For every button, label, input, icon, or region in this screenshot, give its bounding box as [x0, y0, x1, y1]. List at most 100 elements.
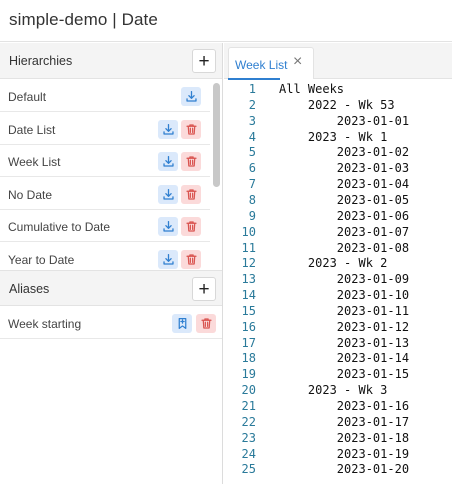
line-number: 23: [241, 430, 256, 445]
line-text: 2023 - Wk 3: [279, 383, 388, 398]
trash-icon[interactable]: [181, 119, 201, 139]
bookmark-icon[interactable]: [172, 314, 192, 333]
alias-item-label: Week starting: [8, 317, 82, 331]
code-line: 4 2023 - Wk 1: [224, 129, 452, 145]
editor-panel: Week List × 1 All Weeks 2 2022 - Wk 53 3 20…: [224, 43, 452, 484]
line-number: 11: [241, 240, 256, 255]
download-icon[interactable]: [158, 152, 178, 171]
line-text: 2023-01-17: [279, 414, 410, 429]
line-number: 10: [241, 224, 256, 239]
line-number: 9: [248, 208, 256, 223]
hierarchy-item-date-list[interactable]: Date List: [0, 113, 210, 145]
download-icon[interactable]: [158, 184, 178, 204]
line-text: 2023-01-19: [279, 446, 410, 461]
code-line: 6 2023-01-03: [224, 160, 452, 176]
line-number: 20: [241, 383, 256, 398]
line-number: 25: [241, 462, 256, 477]
code-line: 16 2023-01-12: [224, 319, 452, 335]
line-number: 19: [241, 367, 256, 382]
line-text: 2023-01-05: [279, 192, 410, 207]
line-text: 2023-01-11: [279, 303, 410, 318]
tab-bar: Week List ×: [224, 43, 452, 80]
line-number: 21: [241, 399, 256, 413]
line-text: 2023-01-18: [279, 430, 410, 445]
line-number: 8: [248, 192, 256, 207]
code-line: 23 2023-01-18: [224, 430, 452, 446]
tab-label: Week List: [235, 58, 288, 72]
tab-week-list[interactable]: Week List ×: [228, 47, 314, 79]
add-alias-button[interactable]: +: [192, 277, 216, 301]
title-bar: simple-demo | Date: [0, 0, 452, 42]
line-text: 2023 - Wk 2: [279, 256, 388, 271]
hierarchy-item-cumulative-to-date[interactable]: Cumulative to Date: [0, 210, 210, 242]
code-line: 19 2023-01-15: [224, 366, 452, 382]
page-title: simple-demo | Date: [9, 10, 158, 29]
hierarchy-item-label: No Date: [8, 187, 53, 202]
code-line: 25 2023-01-20: [224, 461, 452, 477]
line-number: 22: [241, 414, 256, 429]
trash-icon[interactable]: [181, 184, 201, 204]
line-text: 2023-01-09: [279, 272, 410, 287]
trash-icon[interactable]: [181, 249, 201, 269]
line-number: 18: [241, 351, 256, 366]
add-hierarchy-button[interactable]: +: [192, 49, 216, 73]
line-text: All Weeks: [279, 82, 345, 96]
line-number: 2: [248, 97, 256, 112]
line-number: 1: [248, 82, 256, 96]
code-line: 5 2023-01-02: [224, 144, 452, 160]
line-number: 4: [248, 129, 256, 144]
code-line: 15 2023-01-11: [224, 303, 452, 319]
code-line: 3 2023-01-01: [224, 113, 452, 129]
code-line: 2 2022 - Wk 53: [224, 97, 452, 113]
left-panel: Hierarchies + Default Date List Week List N…: [0, 43, 223, 484]
line-text: 2023-01-14: [279, 351, 410, 366]
code-line: 14 2023-01-10: [224, 287, 452, 303]
code-editor[interactable]: 1 All Weeks 2 2022 - Wk 53 3 2023-01-01 4 20…: [224, 80, 452, 484]
trash-icon[interactable]: [181, 152, 201, 171]
hierarchy-item-default[interactable]: Default: [0, 80, 210, 112]
line-number: 5: [248, 145, 256, 160]
code-line: 10 2023-01-07: [224, 224, 452, 240]
hierarchy-item-label: Year to Date: [8, 252, 75, 267]
hierarchy-item-week-list[interactable]: Week List: [0, 145, 210, 177]
line-number: 14: [241, 288, 256, 303]
code-line: 20 2023 - Wk 3: [224, 382, 452, 398]
download-icon[interactable]: [181, 87, 201, 106]
line-text: 2023-01-12: [279, 319, 410, 334]
trash-icon[interactable]: [196, 314, 216, 333]
line-text: 2023-01-02: [279, 145, 410, 160]
line-number: 24: [241, 446, 256, 461]
line-number: 16: [241, 319, 256, 334]
download-icon[interactable]: [158, 119, 178, 139]
scroll-thumb[interactable]: [213, 83, 220, 187]
close-icon[interactable]: ×: [293, 54, 302, 70]
download-icon[interactable]: [158, 249, 178, 269]
hierarchy-item-no-date[interactable]: No Date: [0, 178, 210, 210]
line-text: 2023-01-08: [279, 240, 410, 255]
line-text: 2023-01-10: [279, 288, 410, 303]
line-text: 2023-01-01: [279, 113, 410, 128]
code-line: 9 2023-01-06: [224, 208, 452, 224]
line-number: 3: [248, 113, 256, 128]
line-text: 2023-01-06: [279, 208, 410, 223]
line-text: 2022 - Wk 53: [279, 97, 395, 112]
aliases-header: Aliases +: [0, 270, 222, 306]
hierarchy-item-label: Default: [8, 90, 47, 104]
trash-icon[interactable]: [181, 217, 201, 236]
alias-item-week-starting[interactable]: Week starting: [0, 307, 222, 339]
hierarchy-item-label: Week List: [8, 155, 61, 169]
line-text: 2023-01-07: [279, 224, 410, 239]
hierarchies-header-label: Hierarchies: [9, 54, 73, 68]
code-line: 12 2023 - Wk 2: [224, 255, 452, 271]
hierarchy-item-label: Cumulative to Date: [8, 220, 111, 234]
code-line: 11 2023-01-08: [224, 240, 452, 256]
line-number: 13: [241, 272, 256, 287]
line-text: 2023-01-16: [279, 399, 410, 413]
hierarchy-scrollbar[interactable]: [211, 79, 222, 269]
code-line: 1 All Weeks: [224, 81, 452, 97]
line-text: 2023-01-13: [279, 335, 410, 350]
code-line: 8 2023-01-05: [224, 192, 452, 208]
code-line: 13 2023-01-09: [224, 271, 452, 287]
hierarchy-item-label: Date List: [8, 122, 56, 137]
download-icon[interactable]: [158, 217, 178, 236]
